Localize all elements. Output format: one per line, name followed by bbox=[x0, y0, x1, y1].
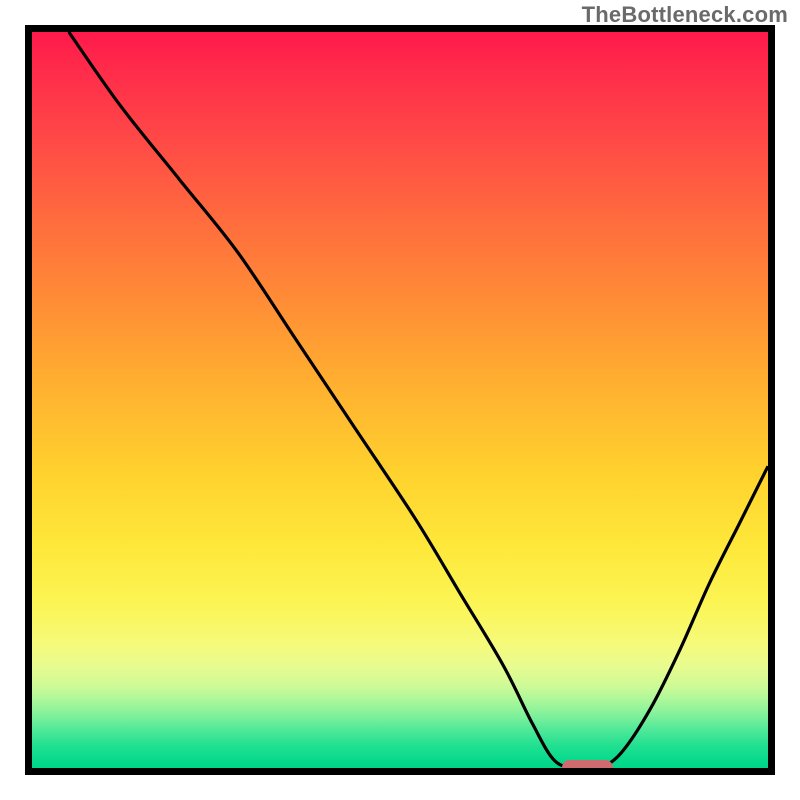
optimal-marker bbox=[562, 760, 614, 775]
bottleneck-curve-path bbox=[69, 32, 768, 768]
plot-frame bbox=[25, 25, 775, 775]
bottleneck-curve bbox=[32, 32, 768, 768]
chart-root: TheBottleneck.com bbox=[0, 0, 800, 800]
